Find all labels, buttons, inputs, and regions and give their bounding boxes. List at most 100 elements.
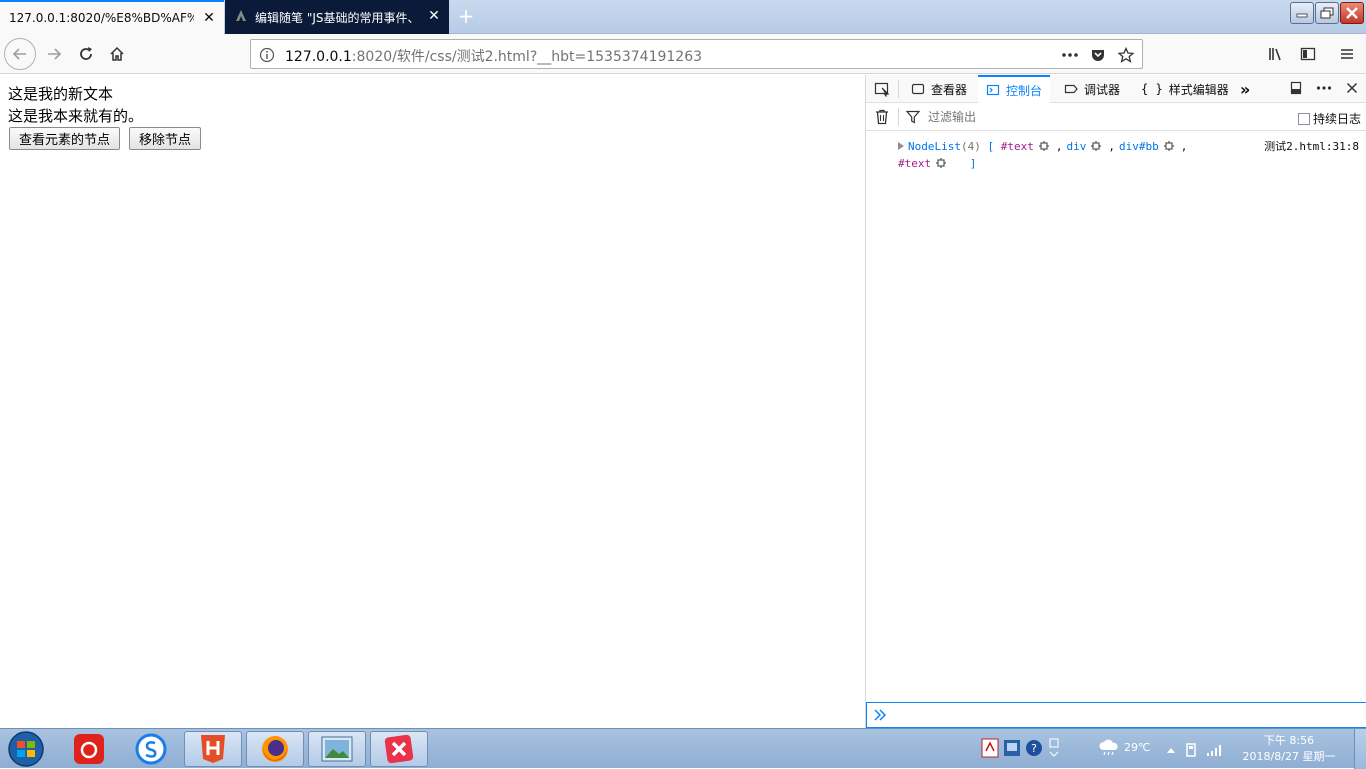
back-arrow-icon — [12, 48, 26, 60]
tab-style-editor[interactable]: { } 样式编辑器 — [1133, 75, 1237, 103]
tab-local-page[interactable]: 127.0.0.1:8020/%E8%BD%AF%E4 ✕ — [0, 0, 224, 34]
close-icon — [1346, 7, 1358, 19]
library-icon — [1269, 48, 1281, 61]
clock-time: 下午 8:56 — [1263, 734, 1315, 747]
sogou-browser-app[interactable] — [122, 731, 180, 767]
page-actions-button[interactable] — [1060, 45, 1080, 65]
toolbar-divider — [898, 80, 899, 98]
devtools-panel: 查看器 控制台 调试器 { } 样式编辑器 » 过滤输出 持续日志 NodeLi… — [865, 75, 1366, 728]
filter-icon — [906, 110, 920, 124]
restore-icon — [1320, 7, 1334, 19]
node-item[interactable]: #text — [898, 157, 931, 170]
reload-icon — [80, 47, 92, 60]
braces-icon: { } — [1141, 82, 1163, 96]
sidebar-button[interactable] — [1292, 38, 1324, 70]
persist-logs-label: 持续日志 — [1312, 112, 1361, 126]
tab-label: 控制台 — [1006, 83, 1043, 98]
clock[interactable]: 下午 8:56 2018/8/27 星期一 — [1234, 733, 1344, 765]
tab-title: 127.0.0.1:8020/%E8%BD%AF%E4 — [9, 11, 194, 25]
site-info-icon[interactable] — [259, 47, 275, 63]
close-devtools-button[interactable] — [1343, 79, 1361, 97]
console-filter-bar: 持续日志 — [866, 103, 1366, 131]
expand-arrow-icon[interactable] — [898, 142, 904, 150]
console-output: NodeList(4) [ #text, div, div#bb, 测试2.html… — [866, 131, 1366, 701]
forward-arrow-icon — [48, 48, 62, 60]
node-item[interactable]: div#bb — [1119, 140, 1159, 153]
node-item[interactable]: div — [1066, 140, 1086, 153]
page-viewport: 这是我的新文本 这是我本来就有的。 查看元素的节点 移除节点 — [0, 75, 865, 728]
persist-logs-checkbox[interactable] — [1297, 112, 1310, 125]
devtools-menu-button[interactable] — [1315, 79, 1333, 97]
close-window-button[interactable] — [1340, 2, 1364, 24]
node-target-icon[interactable] — [1163, 141, 1174, 151]
tab-label: 样式编辑器 — [1168, 82, 1229, 97]
console-input[interactable] — [866, 702, 1366, 728]
url-actions — [1060, 45, 1136, 65]
chevron-up-icon[interactable] — [1166, 746, 1176, 754]
ime-tray-icon[interactable] — [1047, 737, 1061, 759]
signal-bars-icon[interactable] — [1206, 743, 1224, 757]
reload-button[interactable] — [70, 38, 102, 70]
new-tab-icon[interactable]: + — [455, 5, 477, 27]
photo-viewer-app[interactable] — [308, 731, 366, 767]
tab-label: 查看器 — [931, 82, 968, 97]
console-icon — [986, 84, 1000, 96]
menu-button[interactable] — [1331, 38, 1363, 70]
node-target-icon[interactable] — [1038, 141, 1049, 151]
node-target-icon[interactable] — [1091, 141, 1102, 151]
open-bracket: [ — [987, 140, 995, 153]
tab-debugger[interactable]: 调试器 — [1056, 75, 1128, 103]
hamburger-menu-icon — [1341, 49, 1353, 59]
remove-node-button[interactable]: 移除节点 — [129, 127, 202, 150]
show-desktop-button[interactable] — [1354, 729, 1366, 769]
restore-button[interactable] — [1315, 2, 1339, 24]
photo-viewer-icon — [321, 736, 353, 762]
weather-widget[interactable]: 29℃ — [1098, 739, 1150, 755]
url-host: 127.0.0.1 — [285, 49, 352, 65]
console-filter-input[interactable] — [928, 107, 1248, 127]
xmind-app[interactable] — [370, 731, 428, 767]
forward-button[interactable] — [38, 38, 70, 70]
node-target-icon[interactable] — [936, 158, 947, 168]
console-source-link[interactable]: 测试2.html:31:8 — [1264, 138, 1359, 154]
trash-icon[interactable] — [875, 109, 889, 125]
pocket-button[interactable] — [1088, 45, 1108, 65]
minimize-icon — [1296, 13, 1308, 18]
tab-editor[interactable]: 编辑随笔 "JS基础的常用事件、 ✕ — [225, 0, 449, 34]
more-tools-button[interactable]: » — [1232, 75, 1258, 103]
tab-inspector[interactable]: 查看器 — [903, 75, 975, 103]
minimize-button[interactable] — [1290, 2, 1314, 24]
pdf-tray-icon[interactable] — [981, 738, 999, 758]
close-icon[interactable]: ✕ — [427, 9, 441, 23]
star-icon — [1118, 47, 1134, 63]
hbuilder-app[interactable] — [184, 731, 242, 767]
start-button[interactable] — [6, 730, 46, 768]
home-button[interactable] — [101, 38, 133, 70]
url-text: 127.0.0.1:8020/软件/css/测试2.html?__hbt=153… — [285, 46, 702, 66]
tab-console[interactable]: 控制台 — [978, 75, 1051, 103]
inspector-icon — [911, 83, 925, 95]
element-picker-icon[interactable] — [874, 81, 890, 97]
bookmark-button[interactable] — [1116, 45, 1136, 65]
help-icon[interactable]: ? — [1025, 739, 1043, 757]
chevron-double-right-icon: » — [1240, 79, 1251, 99]
object-type[interactable]: NodeList — [908, 140, 961, 153]
usb-device-icon[interactable] — [1184, 742, 1198, 758]
persist-logs-toggle[interactable]: 持续日志 — [1297, 110, 1361, 127]
library-button[interactable] — [1260, 38, 1292, 70]
back-button[interactable] — [4, 38, 36, 70]
view-nodes-button[interactable]: 查看元素的节点 — [9, 127, 121, 150]
netease-music-app[interactable] — [60, 731, 118, 767]
devtools-actions — [1287, 79, 1361, 97]
separator: , — [1108, 140, 1115, 153]
svg-text:?: ? — [1031, 742, 1037, 755]
close-icon — [1346, 82, 1358, 94]
firefox-app[interactable] — [246, 731, 304, 767]
url-bar[interactable]: 127.0.0.1:8020/软件/css/测试2.html?__hbt=153… — [250, 39, 1143, 69]
close-icon[interactable]: ✕ — [202, 11, 216, 25]
dock-button[interactable] — [1287, 79, 1305, 97]
url-path: :8020/软件/css/测试2.html?__hbt=153537419126… — [351, 49, 703, 65]
sogou-icon — [135, 733, 167, 765]
node-item[interactable]: #text — [1001, 140, 1034, 153]
network-drive-icon[interactable] — [1003, 739, 1021, 757]
